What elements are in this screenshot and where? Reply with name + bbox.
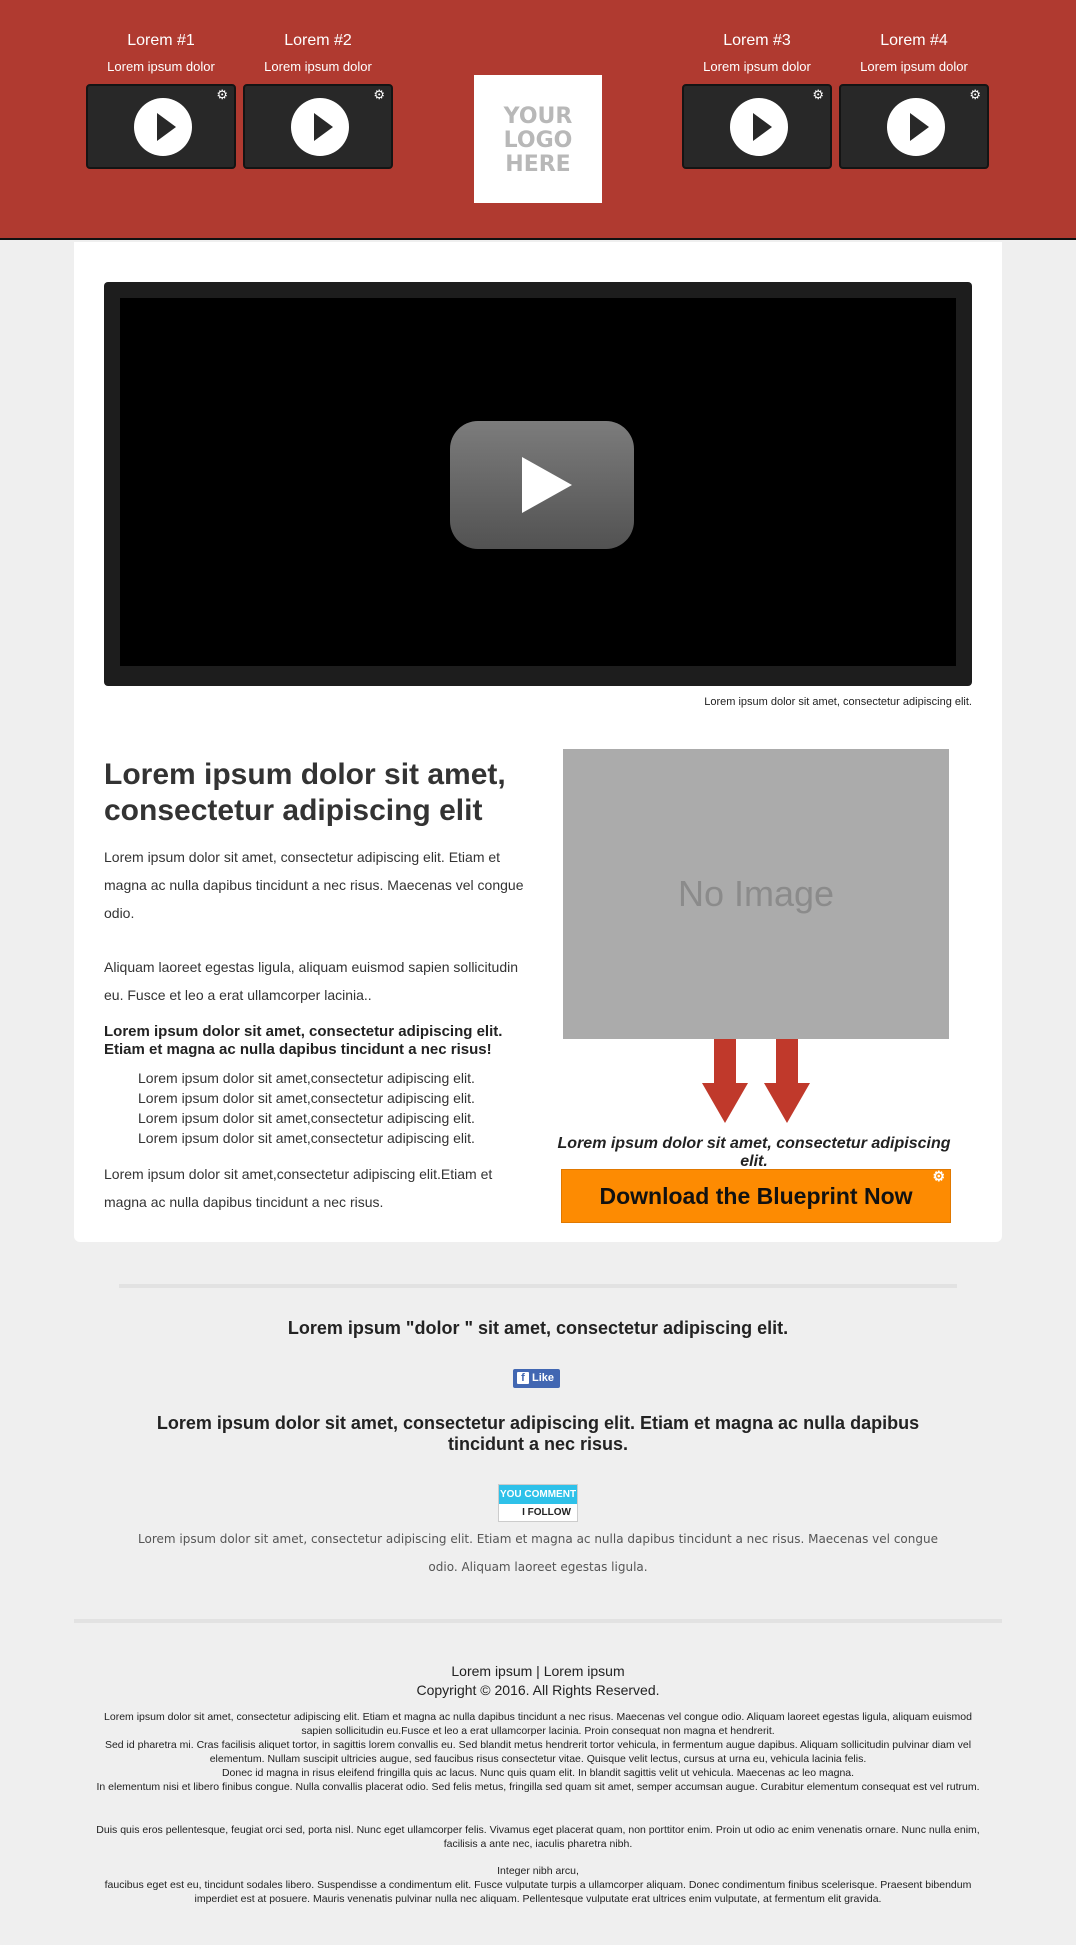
download-button-label: Download the Blueprint Now — [599, 1183, 913, 1209]
bullet-list: Lorem ipsum dolor sit amet,consectetur a… — [104, 1068, 536, 1148]
youtube-play-icon[interactable] — [450, 421, 634, 549]
logo-line: HERE — [505, 152, 571, 177]
content-bold-line: Lorem ipsum dolor sit amet, consectetur … — [104, 1023, 503, 1058]
footer-block-3-title: Integer nibh arcu, — [497, 1865, 579, 1877]
content-heading: Lorem ipsum dolor sit amet, consectetur … — [104, 758, 506, 827]
logo-line: YOUR — [503, 104, 573, 129]
footer-paragraph: Sed id pharetra mi. Cras facilisis aliqu… — [104, 1739, 972, 1765]
like-label: Like — [532, 1372, 555, 1384]
footer-paragraph: Lorem ipsum dolor sit amet, consectetur … — [104, 1711, 972, 1737]
badge-bottom-text: I FOLLOW — [522, 1507, 571, 1518]
badge-top-text: YOU COMMENT — [499, 1485, 577, 1504]
down-arrow-icon — [764, 1039, 810, 1123]
video-subtitle: Lorem ipsum dolor — [264, 59, 372, 74]
facebook-icon: f — [517, 1372, 529, 1384]
video-tile-3[interactable]: Lorem #3 Lorem ipsum dolor ⚙ — [681, 32, 833, 169]
play-icon — [887, 98, 945, 156]
video-screen[interactable] — [120, 298, 956, 666]
content-left-column: Lorem ipsum dolor sit amet, consectetur … — [104, 757, 536, 1216]
footer-block-1: Lorem ipsum dolor sit amet, consectetur … — [92, 1710, 984, 1794]
video-subtitle: Lorem ipsum dolor — [107, 59, 215, 74]
quote-line: Lorem ipsum "dolor " sit amet, consectet… — [287, 1318, 789, 1338]
footer-block-2: Duis quis eros pellentesque, feugiat orc… — [96, 1824, 980, 1850]
video-thumbnail[interactable]: ⚙ — [86, 84, 236, 169]
video-tile-1[interactable]: Lorem #1 Lorem ipsum dolor ⚙ — [85, 32, 237, 169]
list-item: Lorem ipsum dolor sit amet,consectetur a… — [138, 1070, 475, 1086]
video-subtitle: Lorem ipsum dolor — [860, 59, 968, 74]
video-tile-2[interactable]: Lorem #2 Lorem ipsum dolor ⚙ — [242, 32, 394, 169]
social-headline: Lorem ipsum dolor sit amet, consectetur … — [156, 1413, 920, 1454]
copyright-text: Copyright © 2016. All Rights Reserved. — [416, 1682, 660, 1698]
logo-line: LOGO — [503, 128, 573, 153]
download-button[interactable]: Download the Blueprint Now ⚙ — [561, 1168, 951, 1223]
video-tile-4[interactable]: Lorem #4 Lorem ipsum dolor ⚙ — [838, 32, 990, 169]
you-comment-i-follow-badge[interactable]: YOU COMMENT I FOLLOW — [498, 1484, 578, 1522]
social-small-text: Lorem ipsum dolor sit amet, consectetur … — [138, 1532, 938, 1574]
video-title: Lorem #1 — [127, 32, 195, 49]
video-thumbnail[interactable]: ⚙ — [839, 84, 989, 169]
video-caption: Lorem ipsum dolor sit amet, consectetur … — [704, 696, 972, 708]
content-paragraph: Lorem ipsum dolor sit amet, consectetur … — [104, 849, 524, 921]
main-content-panel: Lorem ipsum dolor sit amet, consectetur … — [74, 242, 1002, 1242]
down-arrow-icon — [702, 1039, 748, 1123]
play-icon — [134, 98, 192, 156]
footer-links[interactable]: Lorem ipsum | Lorem ipsum — [92, 1662, 984, 1681]
footer-paragraph: In elementum nisi et libero finibus cong… — [96, 1781, 980, 1793]
gear-icon: ⚙ — [812, 87, 824, 102]
video-player[interactable] — [104, 282, 972, 686]
divider — [74, 1619, 1002, 1623]
divider — [119, 1284, 957, 1288]
cta-text: Lorem ipsum dolor sit amet, consectetur … — [557, 1135, 951, 1170]
play-icon — [291, 98, 349, 156]
video-title: Lorem #4 — [880, 32, 948, 49]
footer-paragraph: Donec id magna in risus eleifend fringil… — [221, 1767, 855, 1779]
video-thumbnail[interactable]: ⚙ — [243, 84, 393, 169]
no-image-placeholder: No Image — [563, 749, 949, 1039]
list-item: Lorem ipsum dolor sit amet,consectetur a… — [138, 1090, 475, 1106]
content-paragraph: Lorem ipsum dolor sit amet,consectetur a… — [104, 1166, 493, 1210]
video-title: Lorem #2 — [284, 32, 352, 49]
video-thumbnail[interactable]: ⚙ — [682, 84, 832, 169]
footer-block-3: faucibus eget est eu, tincidunt sodales … — [104, 1879, 972, 1905]
list-item: Lorem ipsum dolor sit amet,consectetur a… — [138, 1130, 475, 1146]
video-title: Lorem #3 — [723, 32, 791, 49]
play-icon — [730, 98, 788, 156]
gear-icon: ⚙ — [373, 87, 385, 102]
gear-icon: ⚙ — [216, 87, 228, 102]
header-bar: Lorem #1 Lorem ipsum dolor ⚙ Lorem #2 Lo… — [0, 0, 1076, 240]
logo-placeholder: YOUR LOGO HERE — [474, 75, 602, 203]
video-subtitle: Lorem ipsum dolor — [703, 59, 811, 74]
facebook-like-button[interactable]: f Like — [513, 1369, 560, 1388]
list-item: Lorem ipsum dolor sit amet,consectetur a… — [138, 1110, 475, 1126]
content-paragraph: Aliquam laoreet egestas ligula, aliquam … — [104, 959, 519, 1003]
gear-icon: ⚙ — [932, 1168, 945, 1184]
gear-icon: ⚙ — [969, 87, 981, 102]
